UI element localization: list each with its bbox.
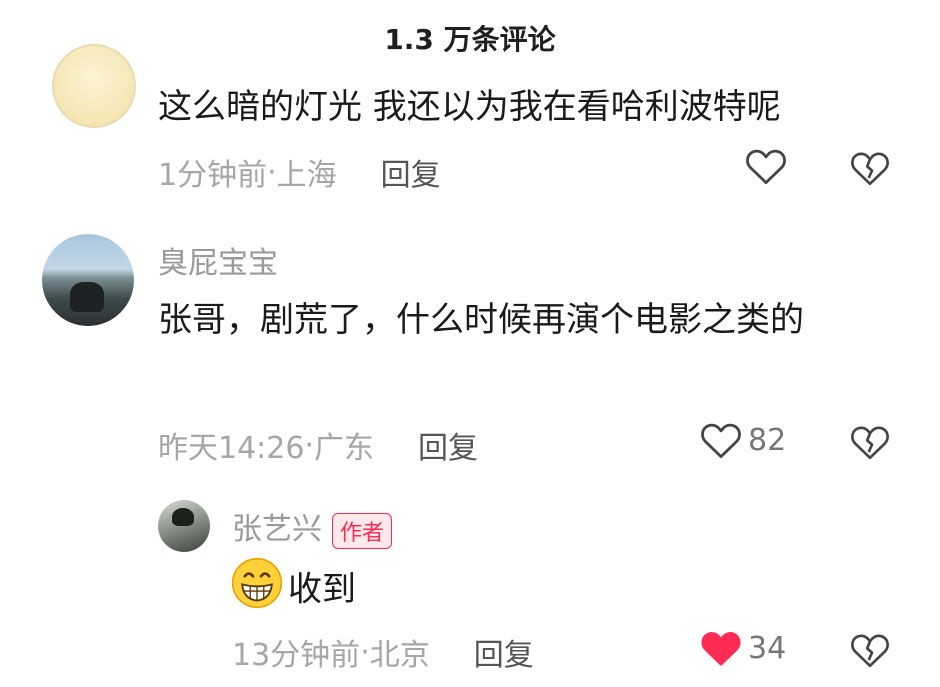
like-count: 82 [748,422,787,458]
dislike-button[interactable] [850,630,890,674]
comment-location: 广东 [314,431,375,466]
dislike-button[interactable] [850,148,890,192]
meta-separator: · [304,427,315,463]
comment-item: 臭屁宝宝 张哥，剧荒了，什么时候再演个电影之类的 昨天14:26 · 广东 回复… [0,220,940,480]
like-button[interactable] [745,146,793,186]
reply-location: 北京 [369,638,430,673]
avatar[interactable] [158,500,210,552]
reply-item: 张艺兴 作者 收到 13分钟前 · 北京 回复 34 [0,490,940,687]
dislike-icon [851,152,889,186]
dislike-icon [851,634,889,668]
reply-button[interactable]: 回复 [474,630,534,674]
comment-meta: 1分钟前 · 上海 回复 [158,150,441,194]
reply-meta: 13分钟前 · 北京 回复 [232,630,534,674]
reply-button[interactable]: 回复 [381,150,441,194]
heart-icon [701,632,741,666]
reply-button[interactable]: 回复 [418,423,478,467]
comment-time: 昨天14:26 [158,431,305,466]
comment-item: 这么暗的灯光 我还以为我在看哈利波特呢 1分钟前 · 上海 回复 [0,0,940,210]
meta-separator: · [360,634,370,670]
avatar[interactable] [52,44,136,128]
avatar[interactable] [42,234,134,326]
like-button[interactable]: 34 [700,628,786,668]
reply-username-text: 张艺兴 [232,512,322,547]
grin-emoji-icon [230,556,284,626]
reply-username[interactable]: 张艺兴 作者 [232,504,393,549]
dislike-button[interactable] [850,422,890,466]
heart-icon [701,423,741,459]
comment-text: 张哥，剧荒了，什么时候再演个电影之类的 [158,300,804,340]
comment-location: 上海 [276,158,337,193]
reply-text: 收到 [230,556,356,626]
comment-text: 这么暗的灯光 我还以为我在看哈利波特呢 [158,87,781,127]
comment-username[interactable]: 臭屁宝宝 [158,238,278,282]
author-badge: 作者 [332,512,393,549]
reply-time: 13分钟前 [232,638,361,673]
comment-time: 1分钟前 [158,158,268,193]
like-button[interactable]: 82 [700,420,786,460]
comment-meta: 昨天14:26 · 广东 回复 [158,423,478,467]
dislike-icon [851,426,889,460]
reply-text-content: 收到 [288,569,356,610]
heart-icon [746,149,786,185]
like-count: 34 [748,630,787,666]
meta-separator: · [267,154,277,190]
